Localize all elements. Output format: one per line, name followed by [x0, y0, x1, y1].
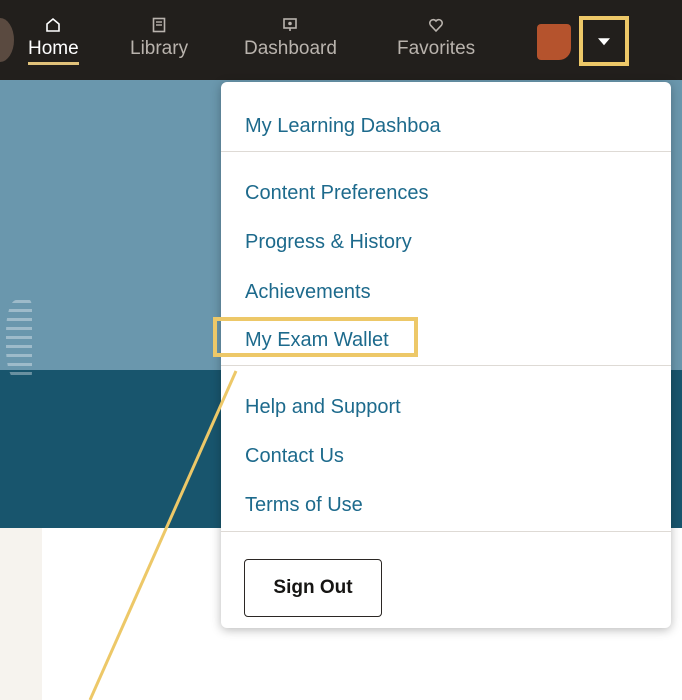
annotation-pointer-line — [88, 370, 238, 700]
